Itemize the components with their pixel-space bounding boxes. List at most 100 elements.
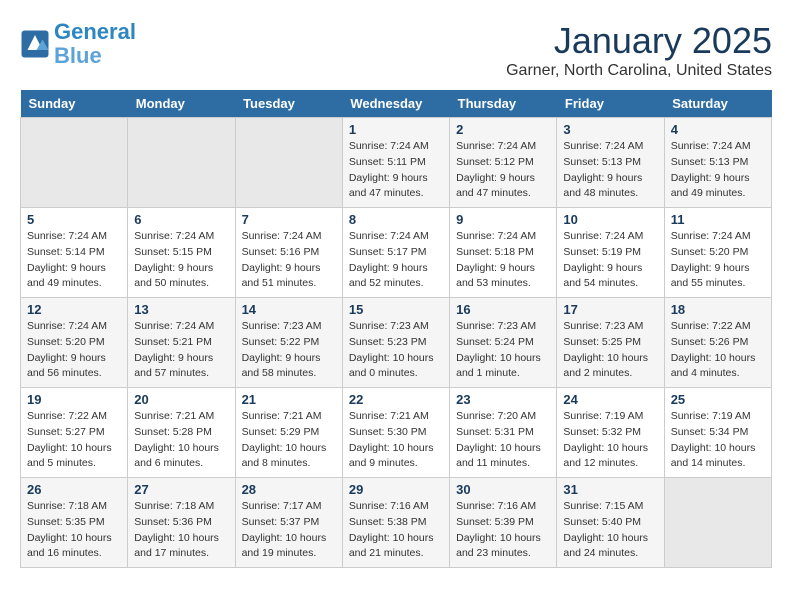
day-number: 21 <box>242 392 336 407</box>
page-header: General Blue January 2025 Garner, North … <box>20 20 772 80</box>
day-detail: Sunrise: 7:16 AMSunset: 5:38 PMDaylight:… <box>349 499 443 562</box>
day-detail: Sunrise: 7:20 AMSunset: 5:31 PMDaylight:… <box>456 409 550 472</box>
calendar-cell: 18 Sunrise: 7:22 AMSunset: 5:26 PMDayligh… <box>664 298 771 388</box>
calendar-cell: 3 Sunrise: 7:24 AMSunset: 5:13 PMDaylight… <box>557 118 664 208</box>
calendar-cell: 8 Sunrise: 7:24 AMSunset: 5:17 PMDaylight… <box>342 208 449 298</box>
day-detail: Sunrise: 7:24 AMSunset: 5:12 PMDaylight:… <box>456 139 550 202</box>
day-number: 2 <box>456 122 550 137</box>
logo-text: General Blue <box>54 20 136 68</box>
day-detail: Sunrise: 7:15 AMSunset: 5:40 PMDaylight:… <box>563 499 657 562</box>
day-number: 5 <box>27 212 121 227</box>
day-detail: Sunrise: 7:18 AMSunset: 5:36 PMDaylight:… <box>134 499 228 562</box>
logo-icon <box>20 29 50 59</box>
calendar-cell: 31 Sunrise: 7:15 AMSunset: 5:40 PMDayligh… <box>557 478 664 568</box>
day-number: 15 <box>349 302 443 317</box>
day-number: 10 <box>563 212 657 227</box>
day-detail: Sunrise: 7:24 AMSunset: 5:21 PMDaylight:… <box>134 319 228 382</box>
calendar-header: SundayMondayTuesdayWednesdayThursdayFrid… <box>21 90 772 118</box>
day-detail: Sunrise: 7:23 AMSunset: 5:22 PMDaylight:… <box>242 319 336 382</box>
day-number: 14 <box>242 302 336 317</box>
day-number: 25 <box>671 392 765 407</box>
column-header-friday: Friday <box>557 90 664 118</box>
calendar-cell: 23 Sunrise: 7:20 AMSunset: 5:31 PMDayligh… <box>450 388 557 478</box>
day-number: 31 <box>563 482 657 497</box>
day-number: 29 <box>349 482 443 497</box>
day-number: 3 <box>563 122 657 137</box>
day-number: 22 <box>349 392 443 407</box>
day-detail: Sunrise: 7:24 AMSunset: 5:14 PMDaylight:… <box>27 229 121 292</box>
calendar-week-4: 19 Sunrise: 7:22 AMSunset: 5:27 PMDayligh… <box>21 388 772 478</box>
day-number: 9 <box>456 212 550 227</box>
calendar-cell <box>235 118 342 208</box>
calendar-cell: 14 Sunrise: 7:23 AMSunset: 5:22 PMDayligh… <box>235 298 342 388</box>
day-detail: Sunrise: 7:19 AMSunset: 5:32 PMDaylight:… <box>563 409 657 472</box>
column-header-sunday: Sunday <box>21 90 128 118</box>
day-detail: Sunrise: 7:24 AMSunset: 5:13 PMDaylight:… <box>671 139 765 202</box>
calendar-cell: 4 Sunrise: 7:24 AMSunset: 5:13 PMDaylight… <box>664 118 771 208</box>
calendar-cell: 26Sunrise: 7:18 AMSunset: 5:35 PMDayligh… <box>21 478 128 568</box>
day-number: 30 <box>456 482 550 497</box>
day-detail: Sunrise: 7:24 AMSunset: 5:20 PMDaylight:… <box>27 319 121 382</box>
calendar-body: 1 Sunrise: 7:24 AMSunset: 5:11 PMDaylight… <box>21 118 772 568</box>
location: Garner, North Carolina, United States <box>506 62 772 80</box>
month-title: January 2025 <box>506 20 772 62</box>
day-detail: Sunrise: 7:21 AMSunset: 5:30 PMDaylight:… <box>349 409 443 472</box>
calendar-cell: 2 Sunrise: 7:24 AMSunset: 5:12 PMDaylight… <box>450 118 557 208</box>
day-number: 8 <box>349 212 443 227</box>
calendar-week-2: 5 Sunrise: 7:24 AMSunset: 5:14 PMDaylight… <box>21 208 772 298</box>
day-number: 28 <box>242 482 336 497</box>
day-detail: Sunrise: 7:23 AMSunset: 5:24 PMDaylight:… <box>456 319 550 382</box>
day-detail: Sunrise: 7:23 AMSunset: 5:25 PMDaylight:… <box>563 319 657 382</box>
day-number: 24 <box>563 392 657 407</box>
calendar-cell: 13Sunrise: 7:24 AMSunset: 5:21 PMDayligh… <box>128 298 235 388</box>
calendar-cell: 29 Sunrise: 7:16 AMSunset: 5:38 PMDayligh… <box>342 478 449 568</box>
day-detail: Sunrise: 7:24 AMSunset: 5:20 PMDaylight:… <box>671 229 765 292</box>
day-number: 7 <box>242 212 336 227</box>
calendar-cell: 1 Sunrise: 7:24 AMSunset: 5:11 PMDaylight… <box>342 118 449 208</box>
calendar-cell: 11Sunrise: 7:24 AMSunset: 5:20 PMDayligh… <box>664 208 771 298</box>
column-header-thursday: Thursday <box>450 90 557 118</box>
day-detail: Sunrise: 7:24 AMSunset: 5:15 PMDaylight:… <box>134 229 228 292</box>
day-detail: Sunrise: 7:22 AMSunset: 5:27 PMDaylight:… <box>27 409 121 472</box>
day-detail: Sunrise: 7:19 AMSunset: 5:34 PMDaylight:… <box>671 409 765 472</box>
day-number: 16 <box>456 302 550 317</box>
day-number: 19 <box>27 392 121 407</box>
calendar-cell <box>128 118 235 208</box>
calendar-table: SundayMondayTuesdayWednesdayThursdayFrid… <box>20 90 772 568</box>
day-number: 17 <box>563 302 657 317</box>
day-number: 4 <box>671 122 765 137</box>
day-detail: Sunrise: 7:24 AMSunset: 5:17 PMDaylight:… <box>349 229 443 292</box>
day-number: 20 <box>134 392 228 407</box>
calendar-cell: 15 Sunrise: 7:23 AMSunset: 5:23 PMDayligh… <box>342 298 449 388</box>
calendar-cell: 10 Sunrise: 7:24 AMSunset: 5:19 PMDayligh… <box>557 208 664 298</box>
column-header-monday: Monday <box>128 90 235 118</box>
calendar-cell: 9Sunrise: 7:24 AMSunset: 5:18 PMDaylight… <box>450 208 557 298</box>
day-detail: Sunrise: 7:24 AMSunset: 5:13 PMDaylight:… <box>563 139 657 202</box>
day-number: 1 <box>349 122 443 137</box>
day-detail: Sunrise: 7:17 AMSunset: 5:37 PMDaylight:… <box>242 499 336 562</box>
day-detail: Sunrise: 7:24 AMSunset: 5:11 PMDaylight:… <box>349 139 443 202</box>
calendar-week-5: 26Sunrise: 7:18 AMSunset: 5:35 PMDayligh… <box>21 478 772 568</box>
day-number: 23 <box>456 392 550 407</box>
calendar-cell: 19 Sunrise: 7:22 AMSunset: 5:27 PMDayligh… <box>21 388 128 478</box>
day-number: 6 <box>134 212 228 227</box>
column-header-wednesday: Wednesday <box>342 90 449 118</box>
calendar-cell: 16 Sunrise: 7:23 AMSunset: 5:24 PMDayligh… <box>450 298 557 388</box>
calendar-cell: 17 Sunrise: 7:23 AMSunset: 5:25 PMDayligh… <box>557 298 664 388</box>
calendar-cell: 30Sunrise: 7:16 AMSunset: 5:39 PMDayligh… <box>450 478 557 568</box>
day-detail: Sunrise: 7:24 AMSunset: 5:19 PMDaylight:… <box>563 229 657 292</box>
calendar-cell: 28 Sunrise: 7:17 AMSunset: 5:37 PMDayligh… <box>235 478 342 568</box>
day-detail: Sunrise: 7:22 AMSunset: 5:26 PMDaylight:… <box>671 319 765 382</box>
calendar-cell: 7Sunrise: 7:24 AMSunset: 5:16 PMDaylight… <box>235 208 342 298</box>
calendar-cell: 25 Sunrise: 7:19 AMSunset: 5:34 PMDayligh… <box>664 388 771 478</box>
calendar-cell: 5 Sunrise: 7:24 AMSunset: 5:14 PMDaylight… <box>21 208 128 298</box>
day-detail: Sunrise: 7:18 AMSunset: 5:35 PMDaylight:… <box>27 499 121 562</box>
day-detail: Sunrise: 7:21 AMSunset: 5:29 PMDaylight:… <box>242 409 336 472</box>
title-block: January 2025 Garner, North Carolina, Uni… <box>506 20 772 80</box>
calendar-cell: 6 Sunrise: 7:24 AMSunset: 5:15 PMDaylight… <box>128 208 235 298</box>
day-detail: Sunrise: 7:23 AMSunset: 5:23 PMDaylight:… <box>349 319 443 382</box>
day-number: 18 <box>671 302 765 317</box>
calendar-cell: 24 Sunrise: 7:19 AMSunset: 5:32 PMDayligh… <box>557 388 664 478</box>
calendar-cell <box>664 478 771 568</box>
calendar-cell: 20Sunrise: 7:21 AMSunset: 5:28 PMDayligh… <box>128 388 235 478</box>
